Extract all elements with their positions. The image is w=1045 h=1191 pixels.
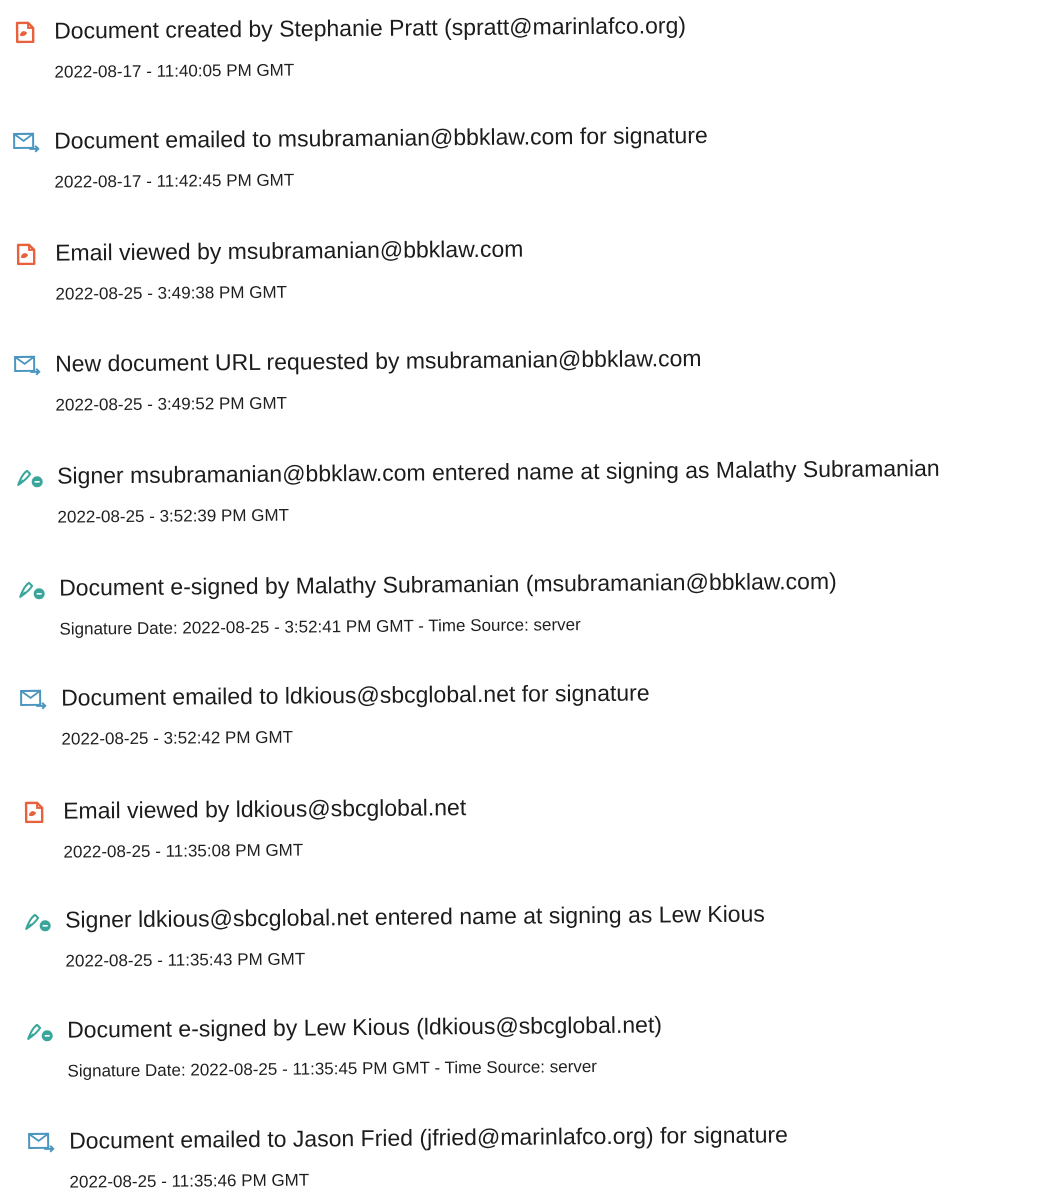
event-title: Email viewed by msubramanian@bbklaw.com bbox=[55, 235, 524, 266]
audit-event: Document emailed to ldkious@sbcglobal.ne… bbox=[19, 674, 1040, 763]
document-view-icon bbox=[12, 20, 42, 44]
event-title: Email viewed by ldkious@sbcglobal.net bbox=[63, 794, 467, 824]
audit-event: Email viewed by ldkious@sbcglobal.net 20… bbox=[21, 787, 1042, 876]
event-title: New document URL requested by msubramani… bbox=[55, 344, 702, 377]
event-timestamp: 2022-08-25 - 11:35:43 PM GMT bbox=[65, 949, 306, 971]
event-title: Document e-signed by Lew Kious (ldkious@… bbox=[67, 1011, 663, 1043]
signature-pen-icon bbox=[25, 1019, 55, 1043]
event-title: Document emailed to ldkious@sbcglobal.ne… bbox=[61, 679, 650, 711]
signature-pen-icon bbox=[15, 465, 45, 489]
email-send-icon bbox=[27, 1130, 57, 1154]
signature-pen-icon bbox=[17, 577, 47, 601]
event-title: Document emailed to Jason Fried (jfried@… bbox=[69, 1121, 788, 1154]
email-send-icon bbox=[19, 687, 49, 711]
event-title: Document created by Stephanie Pratt (spr… bbox=[54, 12, 687, 44]
audit-event: Document emailed to Jason Fried (jfried@… bbox=[27, 1117, 1045, 1191]
audit-event: Signer ldkious@sbcglobal.net entered nam… bbox=[23, 896, 1044, 985]
event-title: Document emailed to msubramanian@bbklaw.… bbox=[54, 121, 708, 154]
email-send-icon bbox=[13, 353, 43, 377]
audit-trail: Document created by Stephanie Pratt (spr… bbox=[0, 0, 1045, 1191]
audit-event: Document e-signed by Lew Kious (ldkious@… bbox=[25, 1006, 1045, 1095]
document-view-icon bbox=[13, 242, 43, 266]
event-timestamp: 2022-08-25 - 11:35:46 PM GMT bbox=[69, 1170, 310, 1191]
signature-pen-icon bbox=[23, 909, 53, 933]
audit-event: New document URL requested by msubramani… bbox=[13, 340, 1034, 429]
audit-event: Document emailed to msubramanian@bbklaw.… bbox=[12, 117, 1033, 206]
email-send-icon bbox=[12, 130, 42, 154]
audit-event: Document created by Stephanie Pratt (spr… bbox=[12, 7, 1033, 96]
event-timestamp: 2022-08-25 - 3:49:52 PM GMT bbox=[55, 393, 288, 415]
audit-event: Email viewed by msubramanian@bbklaw.com … bbox=[13, 229, 1034, 318]
audit-event: Document e-signed by Malathy Subramanian… bbox=[17, 564, 1038, 653]
event-title: Signer ldkious@sbcglobal.net entered nam… bbox=[65, 900, 765, 933]
signature-date: Signature Date: 2022-08-25 - 11:35:45 PM… bbox=[67, 1057, 598, 1081]
event-title: Signer msubramanian@bbklaw.com entered n… bbox=[57, 454, 940, 489]
audit-event: Signer msubramanian@bbklaw.com entered n… bbox=[15, 452, 1036, 541]
event-timestamp: 2022-08-25 - 11:35:08 PM GMT bbox=[63, 840, 304, 862]
event-timestamp: 2022-08-17 - 11:42:45 PM GMT bbox=[54, 170, 295, 192]
document-view-icon bbox=[21, 800, 51, 824]
event-timestamp: 2022-08-17 - 11:40:05 PM GMT bbox=[54, 60, 295, 82]
event-timestamp: 2022-08-25 - 3:49:38 PM GMT bbox=[55, 282, 288, 304]
event-title: Document e-signed by Malathy Subramanian… bbox=[59, 567, 837, 601]
event-timestamp: 2022-08-25 - 3:52:42 PM GMT bbox=[61, 727, 294, 749]
signature-date: Signature Date: 2022-08-25 - 3:52:41 PM … bbox=[59, 615, 581, 639]
event-timestamp: 2022-08-25 - 3:52:39 PM GMT bbox=[57, 505, 290, 527]
